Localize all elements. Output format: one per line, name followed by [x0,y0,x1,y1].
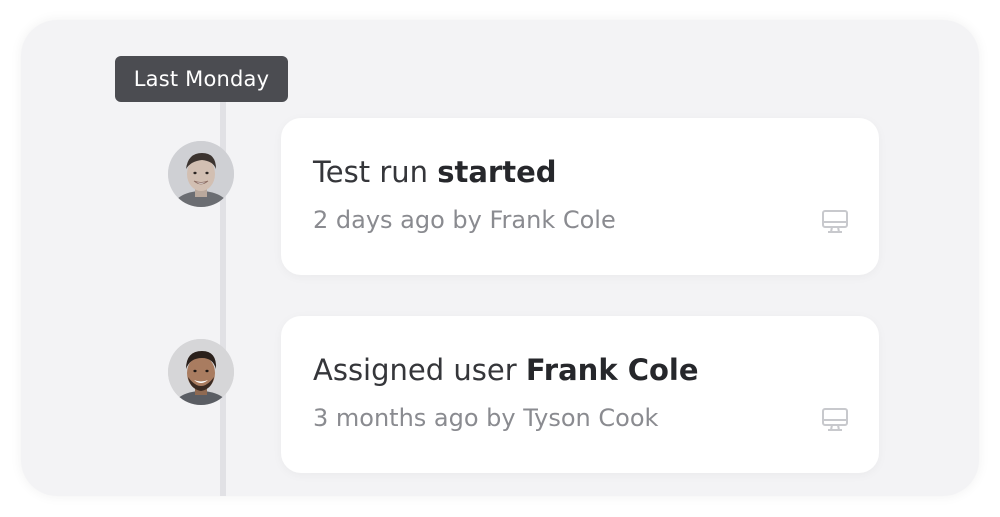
date-badge: Last Monday [115,56,288,102]
desktop-icon [821,407,849,433]
avatar-image [168,141,234,207]
event-subtitle: 3 months ago by Tyson Cook [313,404,659,432]
event-subtitle: 2 days ago by Frank Cole [313,206,616,234]
desktop-icon [821,209,849,235]
event-title-prefix: Assigned user [313,353,526,387]
event-title-emphasis: started [437,155,557,189]
event-title-prefix: Test run [313,155,438,189]
timeline-event-card[interactable]: Test run started 2 days ago by Frank Col… [281,118,879,275]
event-title: Assigned user Frank Cole [313,353,699,387]
avatar-frank-cole[interactable] [168,141,234,207]
timeline-event-card[interactable]: Assigned user Frank Cole 3 months ago by… [281,316,879,473]
event-title-emphasis: Frank Cole [525,353,699,387]
avatar-image [168,339,234,405]
avatar-tyson-cook[interactable] [168,339,234,405]
event-title: Test run started [313,155,557,189]
